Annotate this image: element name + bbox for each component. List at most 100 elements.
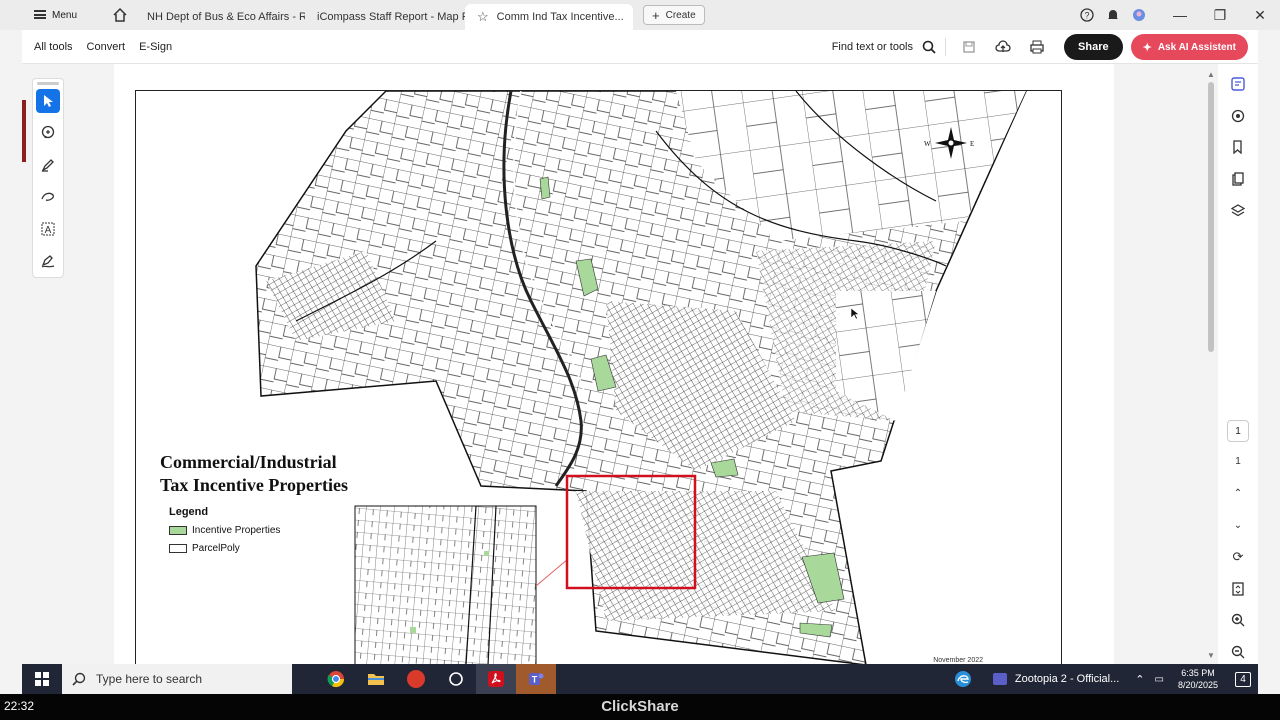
close-window-button[interactable]: ✕ — [1240, 0, 1280, 30]
search-icon[interactable] — [919, 30, 939, 64]
bell-icon[interactable] — [1100, 0, 1126, 30]
ai-sidebar-icon[interactable] — [1226, 72, 1250, 96]
toolbar-divider — [945, 38, 947, 56]
window-controls: ? — ❐ ✕ — [1074, 0, 1280, 30]
chrome-icon[interactable] — [316, 664, 356, 694]
scroll-thumb[interactable] — [1208, 82, 1214, 352]
avatar[interactable] — [1126, 0, 1152, 30]
share-button[interactable]: Share — [1064, 34, 1123, 60]
inset-incentive-parcel — [410, 627, 416, 633]
find-text-label[interactable]: Find text or tools — [832, 41, 913, 53]
svg-text:A: A — [45, 225, 52, 236]
tab-nh-dept[interactable]: NH Dept of Bus & Eco Affairs - R... — [135, 4, 305, 30]
network-icon[interactable]: ▭ — [1155, 674, 1164, 685]
highlight-pen-icon[interactable] — [36, 153, 60, 177]
ai-assistant-label: Ask AI Assistent — [1157, 41, 1236, 53]
windows-logo-icon — [35, 672, 49, 686]
file-explorer-icon[interactable] — [356, 664, 396, 694]
pages-icon[interactable] — [1226, 167, 1250, 191]
inset-leader-line — [535, 558, 569, 587]
start-button[interactable] — [22, 664, 62, 694]
edge-icon[interactable] — [943, 664, 983, 694]
current-page-number[interactable]: 1 — [1227, 420, 1249, 442]
menu-button[interactable]: Menu — [0, 0, 91, 30]
vertical-scrollbar[interactable]: ▲ ▼ — [1206, 70, 1216, 664]
toolbar-right-group: Find text or tools Share ✦ Ask AI Assist… — [832, 30, 1248, 64]
browser-tab-bar: Menu NH Dept of Bus & Eco Affairs - R...… — [0, 0, 1280, 30]
minimize-button[interactable]: — — [1160, 0, 1200, 30]
cortana-icon[interactable] — [436, 664, 476, 694]
select-pointer-icon[interactable] — [36, 89, 60, 113]
screen: Menu NH Dept of Bus & Eco Affairs - R...… — [0, 0, 1280, 720]
save-icon[interactable] — [952, 30, 986, 64]
zoom-out-icon[interactable] — [1226, 640, 1250, 664]
teams-icon[interactable]: T — [516, 664, 556, 694]
map-title-line1: Commercial/Industrial — [160, 452, 337, 472]
all-tools-button[interactable]: All tools — [34, 41, 73, 53]
refresh-icon[interactable]: ⟳ — [1226, 545, 1250, 569]
print-icon[interactable] — [1020, 30, 1054, 64]
legend-swatch-green — [169, 526, 187, 535]
fill-sign-icon[interactable] — [36, 249, 60, 273]
legend-item-parcel: ParcelPoly — [169, 543, 240, 554]
search-icon — [72, 672, 86, 686]
zoom-in-icon[interactable] — [1226, 609, 1250, 633]
home-icon — [113, 7, 127, 22]
hamburger-icon — [34, 10, 46, 19]
inset-incentive-parcel — [484, 551, 489, 556]
restore-button[interactable]: ❐ — [1200, 0, 1240, 30]
tab-label: Comm Ind Tax Incentive... — [496, 11, 624, 23]
plus-icon: + — [652, 7, 660, 23]
convert-button[interactable]: Convert — [87, 41, 126, 53]
right-edge — [1258, 30, 1280, 694]
mouse-cursor-icon — [850, 307, 860, 320]
legend-swatch-white — [169, 544, 187, 553]
taskbar-search-input[interactable]: Type here to search — [62, 664, 292, 694]
esign-button[interactable]: E-Sign — [139, 41, 172, 53]
comment-icon[interactable] — [36, 121, 60, 145]
ai-assistant-button[interactable]: ✦ Ask AI Assistent — [1130, 34, 1248, 60]
total-pages: 1 — [1235, 456, 1241, 468]
svg-text:T: T — [532, 675, 538, 685]
chevron-up-icon[interactable]: ⌃ — [1135, 673, 1144, 686]
fit-page-icon[interactable] — [1226, 577, 1250, 601]
media-session[interactable]: Zootopia 2 - Official... — [983, 673, 1129, 685]
left-edge — [0, 30, 26, 664]
map-title: Commercial/Industrial Tax Incentive Prop… — [160, 451, 400, 497]
system-clock[interactable]: 6:35 PM 8/20/2025 — [1178, 667, 1218, 691]
layers-icon[interactable] — [1226, 199, 1250, 223]
map-date-note: November 2022 — [933, 657, 983, 664]
incentive-parcel — [539, 176, 551, 200]
tab-comm-ind-tax[interactable]: ☆ Comm Ind Tax Incentive... ✕ — [465, 4, 634, 30]
draw-freehand-icon[interactable] — [36, 185, 60, 209]
acrobat-icon[interactable] — [476, 664, 516, 694]
tab-label: iCompass Staff Report - Map Pg... — [317, 11, 465, 23]
notification-center-icon[interactable]: 4 — [1228, 664, 1258, 694]
bookmark-icon[interactable] — [1226, 135, 1250, 159]
text-box-icon[interactable]: A — [36, 217, 60, 241]
search-placeholder: Type here to search — [96, 672, 203, 686]
parcel-map: W E — [255, 91, 1027, 664]
right-tools-panel: 1 1 ⌃ ⌄ ⟳ — [1218, 64, 1258, 664]
upload-cloud-icon[interactable] — [986, 30, 1020, 64]
map-title-line2: Tax Incentive Properties — [160, 475, 348, 495]
taskbar-app-empty — [292, 664, 316, 694]
video-app-icon — [992, 673, 1007, 685]
pdf-document-area[interactable]: W E Commercial/Industrial Tax Incentive … — [114, 64, 1114, 664]
create-label: Create — [665, 9, 696, 21]
panel-grip[interactable] — [37, 82, 59, 85]
scroll-down-icon[interactable]: ▼ — [1207, 651, 1215, 660]
tab-icompass[interactable]: iCompass Staff Report - Map Pg... — [305, 4, 465, 30]
inset-map — [354, 505, 537, 664]
page-up-icon[interactable]: ⌃ — [1226, 482, 1250, 506]
scroll-up-icon[interactable]: ▲ — [1207, 70, 1215, 79]
map-page: W E Commercial/Industrial Tax Incentive … — [135, 90, 1062, 664]
page-down-icon[interactable]: ⌄ — [1226, 513, 1250, 537]
svg-text:?: ? — [1084, 11, 1089, 21]
acrobat-reader-icon[interactable] — [396, 664, 436, 694]
comment-sidebar-icon[interactable] — [1226, 104, 1250, 128]
home-button[interactable] — [105, 0, 135, 30]
help-icon[interactable]: ? — [1074, 0, 1100, 30]
star-icon[interactable]: ☆ — [477, 9, 489, 25]
create-button[interactable]: + Create — [643, 5, 705, 25]
